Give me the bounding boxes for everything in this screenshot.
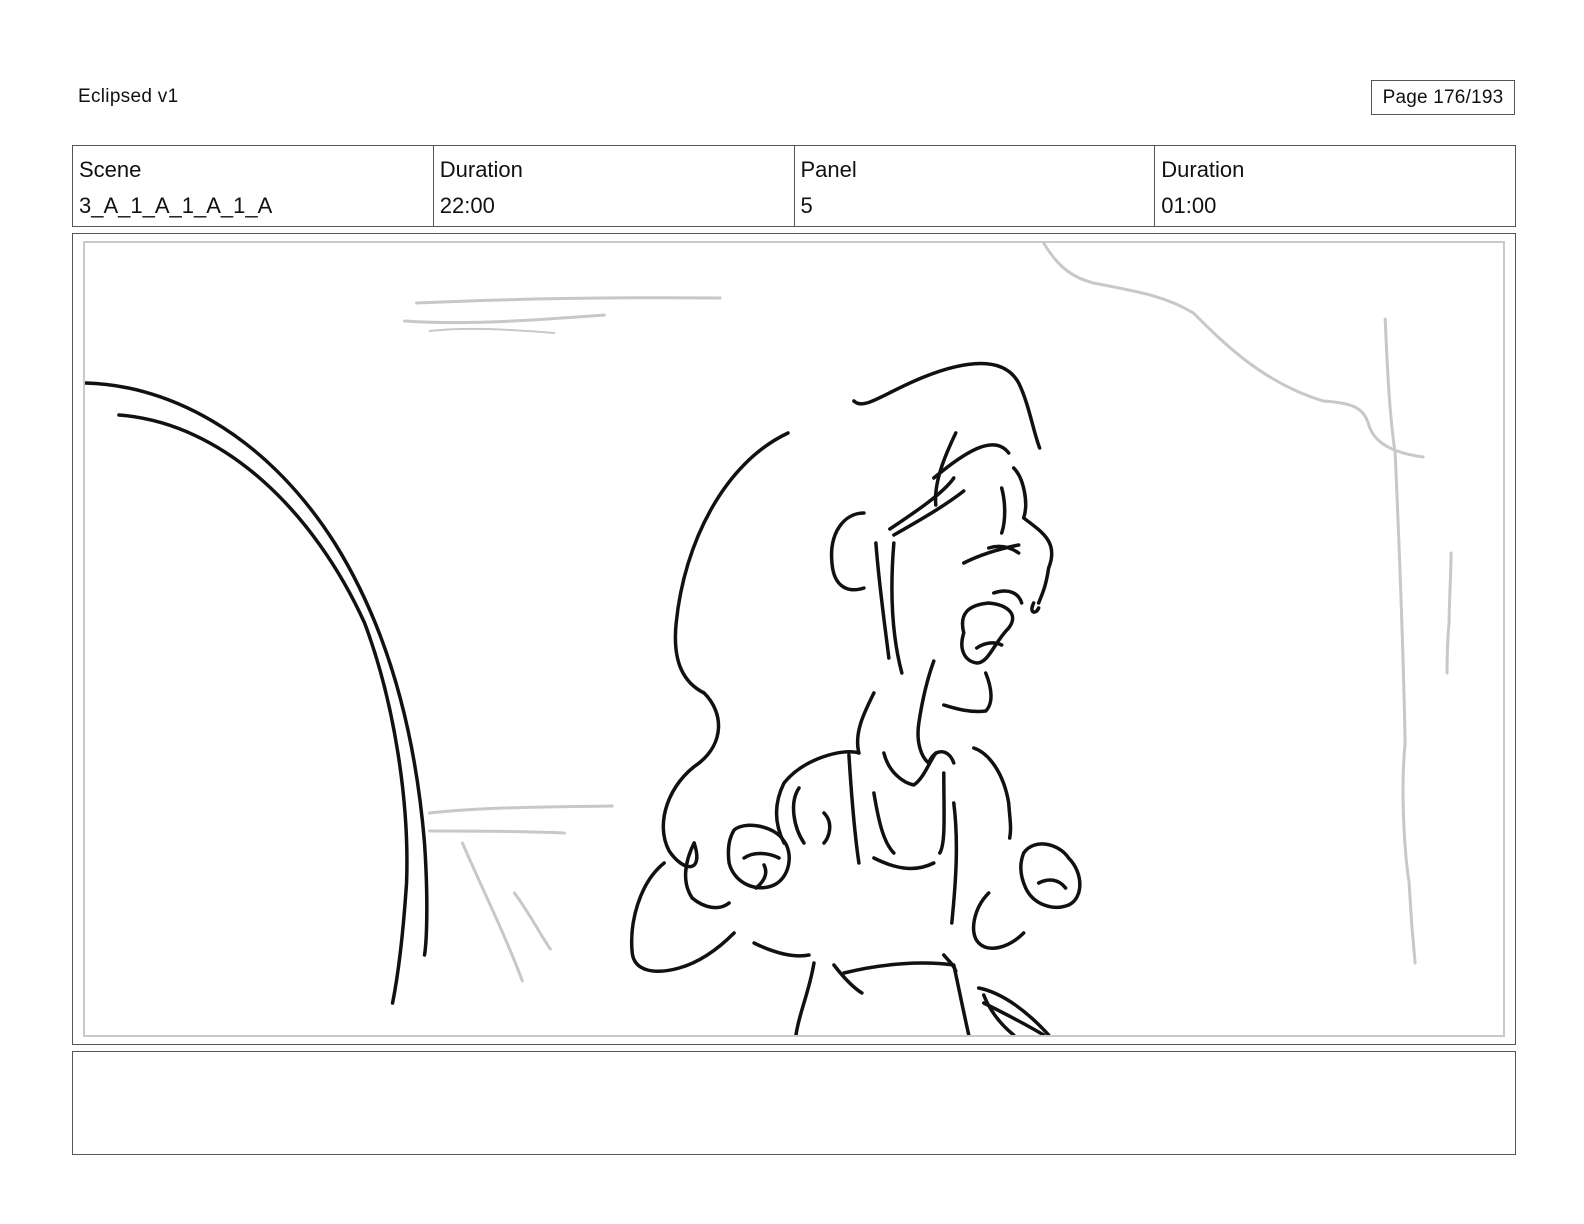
panel-notes-box (72, 1051, 1516, 1155)
project-title: Eclipsed v1 (78, 86, 179, 107)
page-indicator: Page 176/193 (1371, 80, 1515, 115)
scene-duration-value: 22:00 (439, 193, 495, 218)
panel-cell: Panel 5 (795, 146, 1156, 226)
panel-duration-label: Duration (1161, 157, 1245, 182)
scene-duration-cell: Duration 22:00 (434, 146, 795, 226)
scene-duration-label: Duration (439, 157, 523, 182)
panel-duration-cell: Duration 01:00 (1155, 146, 1515, 226)
panel-duration-value: 01:00 (1161, 193, 1217, 218)
character-sketch (85, 361, 1082, 1035)
panel-label: Panel (800, 157, 857, 182)
scene-value: 3_A_1_A_1_A_1_A (79, 193, 273, 218)
background-sketch (403, 243, 1453, 983)
storyboard-sketch (85, 243, 1453, 1035)
scene-info-table: Scene 3_A_1_A_1_A_1_A Duration 22:00 Pan… (72, 145, 1516, 227)
panel-drawing-area (83, 241, 1505, 1037)
scene-cell: Scene 3_A_1_A_1_A_1_A (73, 146, 434, 226)
storyboard-panel (72, 233, 1516, 1045)
scene-label: Scene (79, 157, 142, 182)
panel-value: 5 (800, 193, 813, 218)
